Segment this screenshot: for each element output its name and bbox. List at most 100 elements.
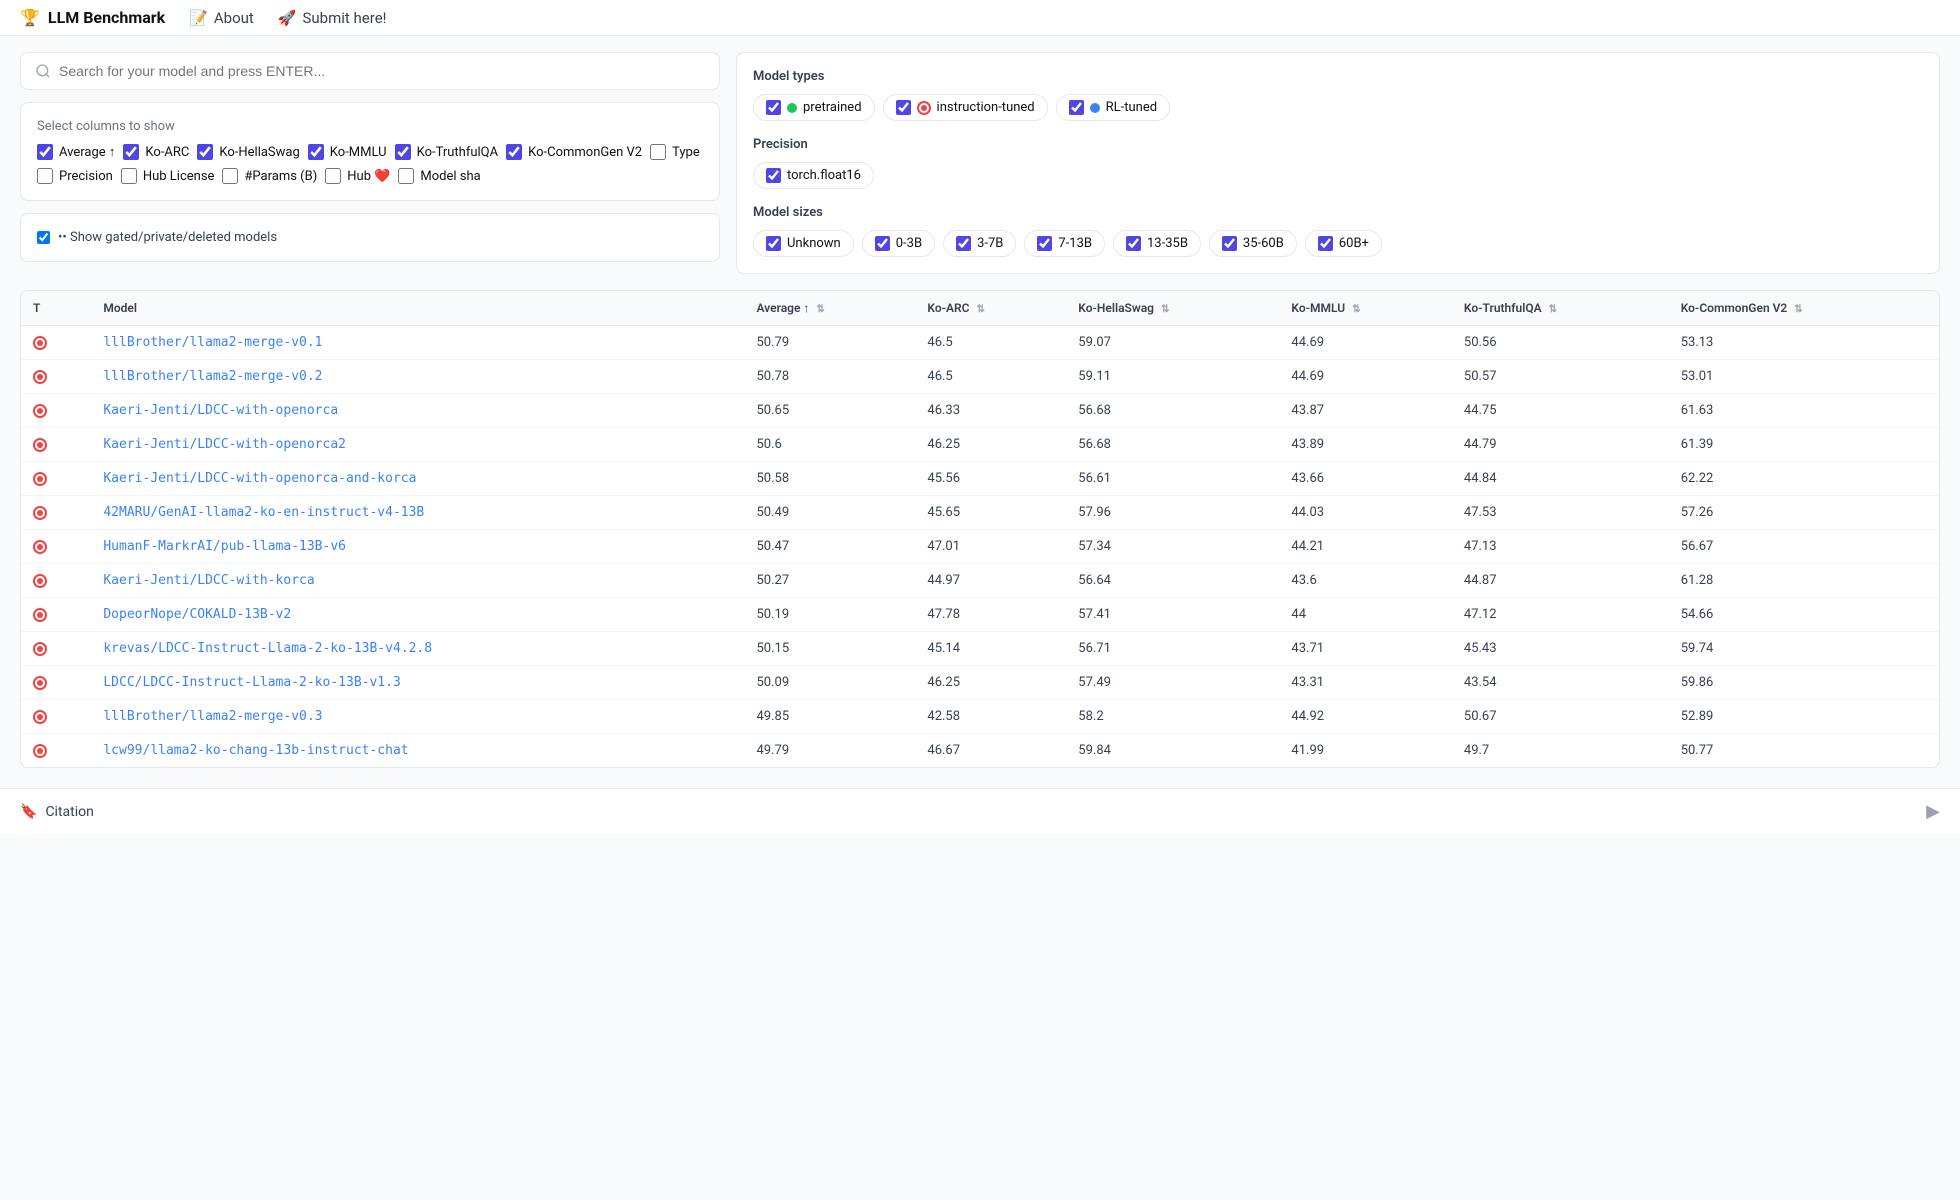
model-type-chip-instruction[interactable]: instruction-tuned bbox=[883, 94, 1048, 121]
checkbox-input-hublicense[interactable] bbox=[121, 168, 137, 184]
model-link[interactable]: lllBrother/llama2-merge-v0.2 bbox=[103, 369, 322, 384]
model-link[interactable]: Kaeri-Jenti/LDCC-with-korca bbox=[103, 573, 314, 588]
sort-icon-average[interactable]: ⇅ bbox=[816, 304, 824, 315]
row-type bbox=[21, 530, 91, 564]
prec-checkbox-float16[interactable] bbox=[766, 168, 781, 183]
row-average: 49.79 bbox=[744, 734, 915, 768]
size-chip-0-3b[interactable]: 0-3B bbox=[862, 230, 935, 257]
gated-checkbox-row[interactable]: •• Show gated/private/deleted models bbox=[37, 230, 703, 245]
size-checkbox-7-13b[interactable] bbox=[1037, 236, 1052, 251]
row-mmlu: 43.87 bbox=[1279, 394, 1451, 428]
brand-link[interactable]: 🏆 LLM Benchmark bbox=[20, 8, 165, 27]
precision-chips: torch.float16 bbox=[753, 162, 1923, 189]
size-chip-60b+[interactable]: 60B+ bbox=[1305, 230, 1382, 257]
checkbox-input-modelsha[interactable] bbox=[398, 168, 414, 184]
checkbox-input-commongen[interactable] bbox=[506, 144, 522, 160]
col-header-type[interactable]: T bbox=[21, 291, 91, 326]
model-link[interactable]: lllBrother/llama2-merge-v0.3 bbox=[103, 709, 322, 724]
checkbox-input-truthfulqa[interactable] bbox=[395, 144, 411, 160]
submit-link[interactable]: 🚀 Submit here! bbox=[278, 9, 387, 27]
column-checkbox-hublicense[interactable]: Hub License bbox=[121, 168, 215, 184]
column-checkbox-hellaswag[interactable]: Ko-HellaSwag bbox=[197, 144, 299, 160]
sort-icon-hellaswag[interactable]: ⇅ bbox=[1161, 304, 1169, 315]
size-checkbox-0-3b[interactable] bbox=[875, 236, 890, 251]
column-checkbox-params[interactable]: #Params (B) bbox=[222, 168, 317, 184]
row-hellaswag: 56.68 bbox=[1066, 428, 1279, 462]
checkbox-input-precision[interactable] bbox=[37, 168, 53, 184]
column-checkbox-mmlu[interactable]: Ko-MMLU bbox=[308, 144, 387, 160]
checkbox-input-type[interactable] bbox=[650, 144, 666, 160]
row-model: lllBrother/llama2-merge-v0.2 bbox=[91, 360, 744, 394]
column-checkbox-commongen[interactable]: Ko-CommonGen V2 bbox=[506, 144, 642, 160]
chip-checkbox-instruction[interactable] bbox=[896, 100, 911, 115]
chip-checkbox-rl[interactable] bbox=[1069, 100, 1084, 115]
row-hellaswag: 56.68 bbox=[1066, 394, 1279, 428]
col-header-model[interactable]: Model bbox=[91, 291, 744, 326]
column-checkbox-truthfulqa[interactable]: Ko-TruthfulQA bbox=[395, 144, 499, 160]
col-header-hellaswag[interactable]: Ko-HellaSwag ⇅ bbox=[1066, 291, 1279, 326]
model-link[interactable]: krevas/LDCC-Instruct-Llama-2-ko-13B-v4.2… bbox=[103, 641, 432, 656]
size-chip-35-60b[interactable]: 35-60B bbox=[1209, 230, 1297, 257]
model-link[interactable]: 42MARU/GenAI-llama2-ko-en-instruct-v4-13… bbox=[103, 505, 424, 520]
gated-checkbox[interactable] bbox=[37, 231, 50, 244]
checkbox-input-arc[interactable] bbox=[123, 144, 139, 160]
size-checkbox-35-60b[interactable] bbox=[1222, 236, 1237, 251]
search-bar[interactable] bbox=[20, 52, 720, 90]
row-commongen: 53.13 bbox=[1669, 326, 1939, 360]
size-chip-3-7b[interactable]: 3-7B bbox=[943, 230, 1016, 257]
col-header-commongen[interactable]: Ko-CommonGen V2 ⇅ bbox=[1669, 291, 1939, 326]
row-commongen: 61.28 bbox=[1669, 564, 1939, 598]
checkbox-input-hub[interactable] bbox=[325, 168, 341, 184]
table-row: Kaeri-Jenti/LDCC-with-openorca50.6546.33… bbox=[21, 394, 1939, 428]
checkbox-input-avg[interactable] bbox=[37, 144, 53, 160]
row-arc: 46.33 bbox=[915, 394, 1066, 428]
row-type bbox=[21, 394, 91, 428]
expand-icon[interactable]: ▶ bbox=[1926, 801, 1940, 822]
col-header-mmlu[interactable]: Ko-MMLU ⇅ bbox=[1279, 291, 1451, 326]
model-link[interactable]: Kaeri-Jenti/LDCC-with-openorca-and-korca bbox=[103, 471, 416, 486]
model-link[interactable]: LDCC/LDCC-Instruct-Llama-2-ko-13B-v1.3 bbox=[103, 675, 400, 690]
column-checkbox-arc[interactable]: Ko-ARC bbox=[123, 144, 189, 160]
row-mmlu: 44.21 bbox=[1279, 530, 1451, 564]
col-header-truthfulqa[interactable]: Ko-TruthfulQA ⇅ bbox=[1452, 291, 1669, 326]
size-checkbox-unknown[interactable] bbox=[766, 236, 781, 251]
search-input[interactable] bbox=[59, 63, 705, 79]
size-chip-13-35b[interactable]: 13-35B bbox=[1113, 230, 1201, 257]
model-type-chip-pretrained[interactable]: pretrained bbox=[753, 94, 875, 121]
model-link[interactable]: Kaeri-Jenti/LDCC-with-openorca2 bbox=[103, 437, 346, 452]
checkbox-input-mmlu[interactable] bbox=[308, 144, 324, 160]
size-chip-unknown[interactable]: Unknown bbox=[753, 230, 854, 257]
column-checkbox-hub[interactable]: Hub ❤️ bbox=[325, 168, 390, 184]
size-checkbox-3-7b[interactable] bbox=[956, 236, 971, 251]
model-link[interactable]: DopeorNope/COKALD-13B-v2 bbox=[103, 607, 291, 622]
inst-type-icon bbox=[33, 710, 47, 724]
checkbox-input-params[interactable] bbox=[222, 168, 238, 184]
column-checkbox-type[interactable]: Type bbox=[650, 144, 700, 160]
sort-icon-mmlu[interactable]: ⇅ bbox=[1352, 304, 1360, 315]
col-header-arc[interactable]: Ko-ARC ⇅ bbox=[915, 291, 1066, 326]
column-checkbox-avg[interactable]: Average ↑ bbox=[37, 144, 115, 160]
size-checkbox-60b+[interactable] bbox=[1318, 236, 1333, 251]
chip-checkbox-pretrained[interactable] bbox=[766, 100, 781, 115]
model-type-chip-rl[interactable]: RL-tuned bbox=[1056, 94, 1170, 121]
row-model: Kaeri-Jenti/LDCC-with-openorca2 bbox=[91, 428, 744, 462]
model-link[interactable]: lcw99/llama2-ko-chang-13b-instruct-chat bbox=[103, 743, 408, 758]
row-arc: 46.5 bbox=[915, 326, 1066, 360]
model-link[interactable]: Kaeri-Jenti/LDCC-with-openorca bbox=[103, 403, 338, 418]
sort-icon-truthfulqa[interactable]: ⇅ bbox=[1549, 304, 1557, 315]
row-hellaswag: 59.11 bbox=[1066, 360, 1279, 394]
column-checkbox-precision[interactable]: Precision bbox=[37, 168, 113, 184]
row-hellaswag: 57.96 bbox=[1066, 496, 1279, 530]
sort-icon-arc[interactable]: ⇅ bbox=[977, 304, 985, 315]
column-checkbox-modelsha[interactable]: Model sha bbox=[398, 168, 480, 184]
model-link[interactable]: lllBrother/llama2-merge-v0.1 bbox=[103, 335, 322, 350]
model-link[interactable]: HumanF-MarkrAI/pub-llama-13B-v6 bbox=[103, 539, 346, 554]
precision-chip-float16[interactable]: torch.float16 bbox=[753, 162, 874, 189]
col-header-average[interactable]: Average ↑ ⇅ bbox=[744, 291, 915, 326]
sort-icon-commongen[interactable]: ⇅ bbox=[1794, 304, 1802, 315]
table-row: Kaeri-Jenti/LDCC-with-openorca-and-korca… bbox=[21, 462, 1939, 496]
checkbox-input-hellaswag[interactable] bbox=[197, 144, 213, 160]
size-checkbox-13-35b[interactable] bbox=[1126, 236, 1141, 251]
about-link[interactable]: 📝 About bbox=[189, 9, 254, 27]
size-chip-7-13b[interactable]: 7-13B bbox=[1024, 230, 1105, 257]
